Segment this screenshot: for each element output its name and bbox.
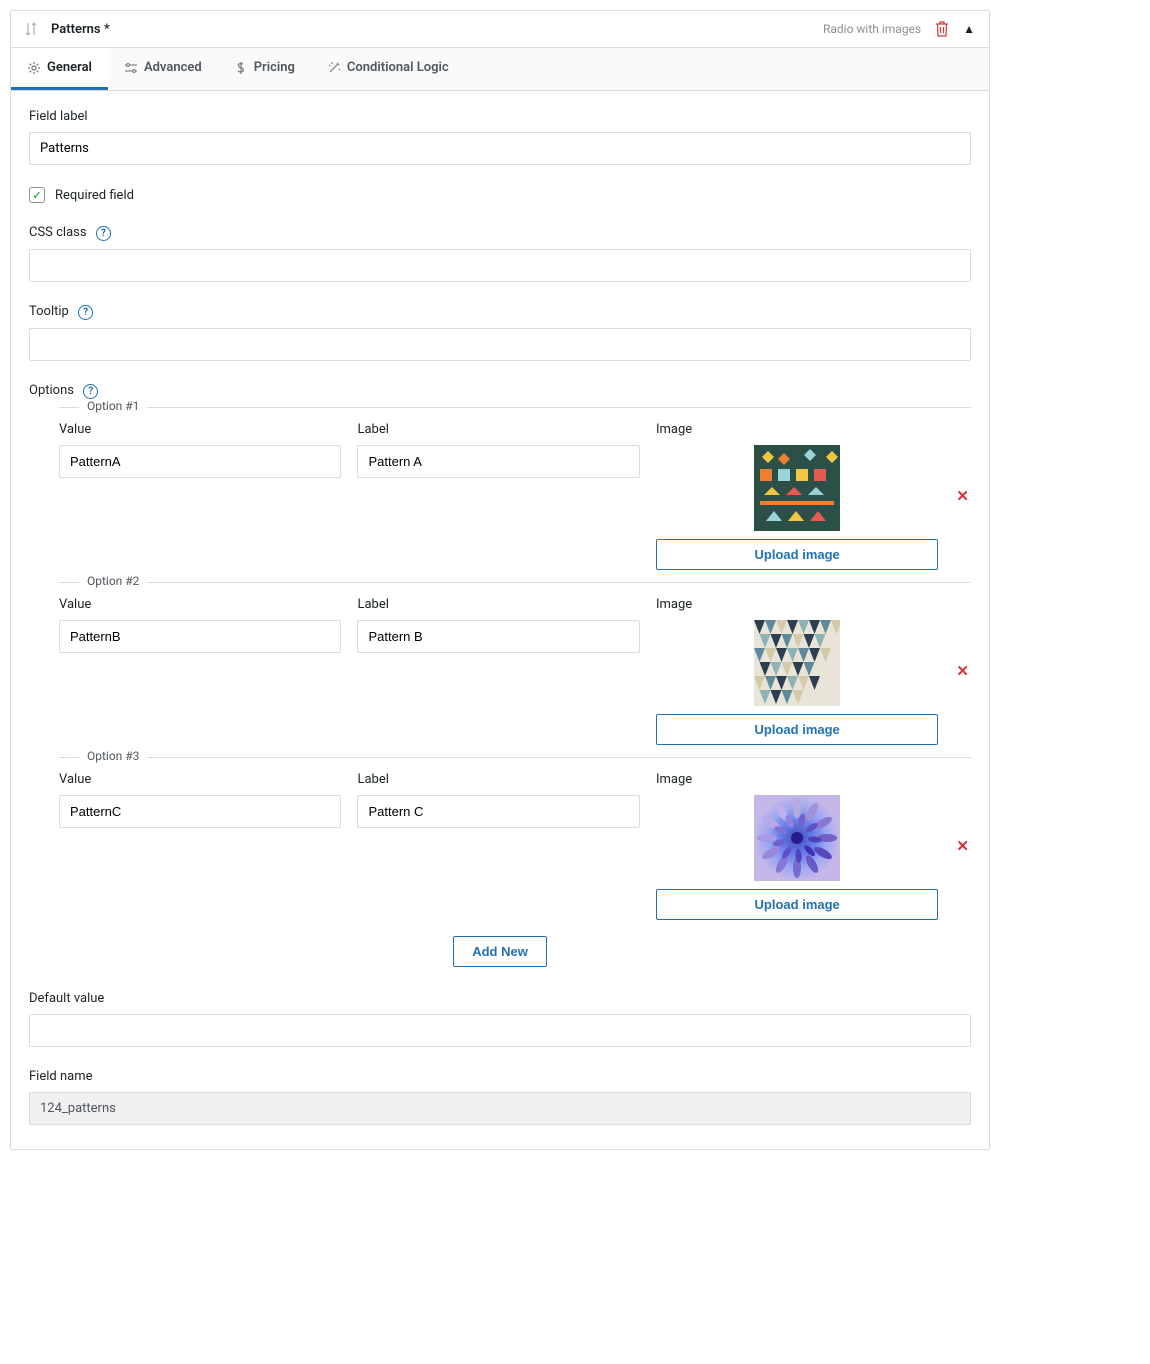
option-label-label: Label: [357, 772, 639, 787]
default-value-group: Default value: [29, 991, 971, 1047]
sliders-icon: [124, 61, 138, 75]
magic-wand-icon: [327, 61, 341, 75]
tooltip-input[interactable]: [29, 328, 971, 361]
field-name-label: Field name: [29, 1069, 971, 1084]
option-row: Option #1 Value Label Image: [59, 407, 971, 570]
option-label-input[interactable]: [357, 620, 639, 653]
option-row: Option #3 Value Label Image: [59, 757, 971, 920]
default-value-label: Default value: [29, 991, 971, 1006]
option-row: Option #2 Value Label Image: [59, 582, 971, 745]
tab-conditional-logic[interactable]: Conditional Logic: [311, 48, 465, 90]
upload-image-button[interactable]: Upload image: [656, 714, 938, 745]
tab-label: Pricing: [254, 60, 295, 75]
tab-label: Advanced: [144, 60, 202, 75]
required-field-row: ✓ Required field: [29, 187, 971, 203]
required-checkbox[interactable]: ✓: [29, 187, 45, 203]
panel-title: Patterns *: [51, 22, 823, 37]
delete-option-icon[interactable]: ✕: [954, 487, 971, 505]
field-name-group: Field name: [29, 1069, 971, 1125]
dollar-icon: [234, 61, 248, 75]
option-label-input[interactable]: [357, 445, 639, 478]
option-label-input[interactable]: [357, 795, 639, 828]
tooltip-label: Tooltip ?: [29, 304, 971, 320]
option-image-label: Image: [656, 422, 938, 437]
options-group: Options ? Option #1 Value Label: [29, 383, 971, 967]
option-image-label: Image: [656, 597, 938, 612]
tab-pricing[interactable]: Pricing: [218, 48, 311, 90]
option-legend: Option #3: [79, 749, 147, 763]
tab-general[interactable]: General: [11, 48, 108, 90]
option-value-label: Value: [59, 422, 341, 437]
upload-image-button[interactable]: Upload image: [656, 539, 938, 570]
option-image-preview: [754, 620, 840, 706]
tab-label: General: [47, 60, 92, 75]
add-new-button[interactable]: Add New: [453, 936, 547, 967]
help-icon[interactable]: ?: [78, 305, 93, 320]
collapse-icon[interactable]: ▲: [963, 22, 975, 36]
required-label: Required field: [55, 188, 134, 203]
option-value-label: Value: [59, 597, 341, 612]
drag-handle-icon[interactable]: [25, 22, 37, 36]
field-label-label: Field label: [29, 109, 971, 124]
help-icon[interactable]: ?: [83, 384, 98, 399]
tab-label: Conditional Logic: [347, 60, 449, 75]
field-type-badge: Radio with images: [823, 22, 921, 36]
option-value-label: Value: [59, 772, 341, 787]
option-label-label: Label: [357, 422, 639, 437]
tooltip-group: Tooltip ?: [29, 304, 971, 361]
upload-image-button[interactable]: Upload image: [656, 889, 938, 920]
options-label: Options ?: [29, 383, 971, 399]
gear-icon: [27, 61, 41, 75]
tab-advanced[interactable]: Advanced: [108, 48, 218, 90]
field-label-input[interactable]: [29, 132, 971, 165]
option-legend: Option #1: [79, 399, 147, 413]
default-value-input[interactable]: [29, 1014, 971, 1047]
add-new-row: Add New: [29, 936, 971, 967]
css-class-input[interactable]: [29, 249, 971, 282]
panel-header: Patterns * Radio with images ▲: [11, 11, 989, 48]
field-panel: Patterns * Radio with images ▲ General A…: [10, 10, 990, 1150]
option-value-input[interactable]: [59, 795, 341, 828]
option-image-label: Image: [656, 772, 938, 787]
help-icon[interactable]: ?: [96, 226, 111, 241]
delete-option-icon[interactable]: ✕: [954, 837, 971, 855]
option-label-label: Label: [357, 597, 639, 612]
field-label-group: Field label: [29, 109, 971, 165]
css-class-label: CSS class ?: [29, 225, 971, 241]
option-image-preview: [754, 445, 840, 531]
delete-option-icon[interactable]: ✕: [954, 662, 971, 680]
css-class-group: CSS class ?: [29, 225, 971, 282]
trash-icon[interactable]: [935, 21, 949, 37]
field-name-input: [29, 1092, 971, 1125]
options-list: Option #1 Value Label Image: [59, 407, 971, 920]
tabs: General Advanced Pricing Conditional Log…: [11, 48, 989, 91]
panel-body: Field label ✓ Required field CSS class ?…: [11, 91, 989, 1149]
option-value-input[interactable]: [59, 620, 341, 653]
option-value-input[interactable]: [59, 445, 341, 478]
option-legend: Option #2: [79, 574, 147, 588]
option-image-preview: [754, 795, 840, 881]
